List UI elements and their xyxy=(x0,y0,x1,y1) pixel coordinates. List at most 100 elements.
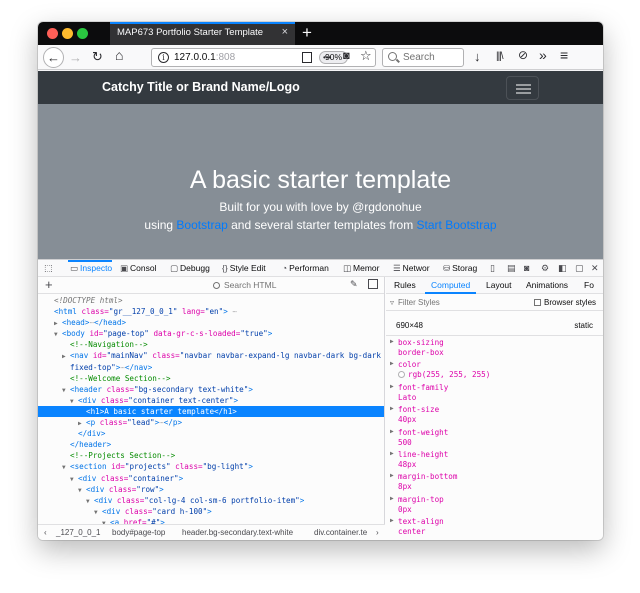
home-button[interactable]: ⌂ xyxy=(115,48,123,62)
tab-style-editor[interactable]: {} Style Edit xyxy=(222,260,266,276)
expand-arrow-icon[interactable]: ▶ xyxy=(390,472,394,479)
tab-storage[interactable]: ⛁ Storag xyxy=(443,260,477,276)
tab-inspector[interactable]: ▭ Inspecto xyxy=(67,260,113,276)
filter-styles-input[interactable]: Filter Styles xyxy=(398,298,440,307)
reader-view-icon[interactable] xyxy=(302,52,312,63)
bookmark-star-icon[interactable]: ☆ xyxy=(360,49,372,62)
markup-row[interactable]: </div> xyxy=(38,428,384,439)
dock-side-icon[interactable]: ◧ xyxy=(558,263,567,273)
eyedropper-icon[interactable]: ✎ xyxy=(350,279,358,290)
tab-animations[interactable]: Animations xyxy=(526,277,568,293)
start-bootstrap-link[interactable]: Start Bootstrap xyxy=(417,218,497,232)
search-box[interactable]: Search xyxy=(382,48,464,67)
page-actions-icon[interactable]: ••• xyxy=(323,51,331,64)
close-window-button[interactable] xyxy=(47,28,58,39)
tab-close-icon[interactable]: × xyxy=(282,26,288,38)
close-devtools-icon[interactable]: ✕ xyxy=(591,263,599,273)
responsive-mode-icon[interactable]: ▯ xyxy=(490,263,495,273)
downloads-icon[interactable]: ↓ xyxy=(474,50,481,63)
markup-row[interactable]: ▼ <a href="#"> xyxy=(38,517,384,524)
forward-button[interactable]: → xyxy=(69,51,82,64)
toggle-sidebar-icon[interactable] xyxy=(368,279,378,289)
tab-performance[interactable]: ◔ Performan xyxy=(282,260,329,276)
new-tab-button[interactable]: + xyxy=(302,22,312,43)
markup-row[interactable]: ▼ <header class="bg-secondary text-white"… xyxy=(38,384,384,395)
tab-debugger[interactable]: ▢ Debugg xyxy=(170,260,210,276)
add-node-icon[interactable]: + xyxy=(45,277,53,293)
zoom-window-button[interactable] xyxy=(77,28,88,39)
markup-row[interactable]: ▼ <div class="card h-100"> xyxy=(38,506,384,517)
computed-property[interactable]: ▶ line-height 48px xyxy=(386,449,603,471)
computed-property[interactable]: ▶ margin-bottom 8px xyxy=(386,471,603,493)
expand-arrow-icon[interactable]: ▶ xyxy=(390,383,394,390)
markup-row[interactable]: ▼ <section id="projects" class="bg-light"… xyxy=(38,461,384,472)
breadcrumb-div[interactable]: div.container.te xyxy=(314,528,367,537)
tab-computed[interactable]: Computed xyxy=(424,277,477,294)
expand-arrow-icon[interactable]: ▶ xyxy=(390,495,394,502)
separate-window-icon[interactable]: ▢ xyxy=(575,263,584,273)
expand-arrow-icon[interactable]: ▶ xyxy=(390,360,394,367)
expand-arrow-icon[interactable]: ▶ xyxy=(390,428,394,435)
navbar-brand[interactable]: Catchy Title or Brand Name/Logo xyxy=(102,80,300,94)
minimize-window-button[interactable] xyxy=(62,28,73,39)
expand-arrow-icon[interactable]: ▶ xyxy=(390,450,394,457)
computed-property[interactable]: ▶ color rgb(255, 255, 255) xyxy=(386,359,603,381)
bootstrap-link[interactable]: Bootstrap xyxy=(176,218,227,232)
markup-row[interactable]: <!DOCTYPE html> xyxy=(38,295,384,306)
computed-property[interactable]: ▶ font-size 40px xyxy=(386,404,603,426)
markup-val: "en" xyxy=(204,307,224,317)
element-picker-icon[interactable]: ⬚ xyxy=(44,263,53,273)
tab-console[interactable]: ▣ Consol xyxy=(120,260,157,276)
markup-row[interactable]: ▶ <p class="lead">⋯</p> xyxy=(38,417,384,428)
library-icon[interactable]: |||\ xyxy=(496,50,504,63)
hamburger-menu-icon[interactable]: ≡ xyxy=(560,48,568,62)
navbar-toggler[interactable] xyxy=(506,76,539,100)
tab-fonts[interactable]: Fo xyxy=(584,277,594,293)
breadcrumb-html[interactable]: _127_0_0_1 xyxy=(56,528,101,537)
computed-property[interactable]: ▶ font-weight 500 xyxy=(386,427,603,449)
breadcrumb-header[interactable]: header.bg-secondary.text-white xyxy=(182,528,293,537)
browser-styles-checkbox[interactable]: Browser styles xyxy=(534,298,596,307)
split-console-icon[interactable]: ▤ xyxy=(507,263,516,273)
markup-row[interactable]: ▼ <div class="col-lg-4 col-sm-6 portfolio… xyxy=(38,495,384,506)
computed-property[interactable]: ▶ margin-top 0px xyxy=(386,494,603,516)
tab-rules[interactable]: Rules xyxy=(394,277,416,293)
markup-row[interactable]: <!--Projects Section--> xyxy=(38,450,384,461)
markup-row[interactable]: ▶ <head>⋯</head> xyxy=(38,317,384,328)
tab-layout[interactable]: Layout xyxy=(486,277,512,293)
settings-gear-icon[interactable]: ⚙ xyxy=(541,263,549,273)
markup-row[interactable]: fixed-top">⋯</nav> xyxy=(38,362,384,373)
url-text[interactable]: 127.0.0.1:808 xyxy=(174,52,235,63)
markup-row[interactable]: ▼ <body id="page-top" data-gr-c-s-loaded=… xyxy=(38,328,384,339)
site-info-icon[interactable]: i xyxy=(158,52,169,63)
markup-row[interactable]: ▶ <nav id="mainNav" class="navbar navbar-… xyxy=(38,350,384,361)
overflow-menu-icon[interactable]: » xyxy=(539,48,547,62)
breadcrumb-prev-icon[interactable]: ‹ xyxy=(44,528,47,537)
back-button[interactable]: ← xyxy=(43,47,64,68)
markup-row[interactable]: <!--Welcome Section--> xyxy=(38,373,384,384)
extension-icon[interactable]: ⊘ xyxy=(518,49,528,62)
breadcrumb-body[interactable]: body#page-top xyxy=(112,528,165,537)
markup-row[interactable]: ▼ <div class="container"> xyxy=(38,473,384,484)
markup-row[interactable]: <!--Navigation--> xyxy=(38,339,384,350)
expand-arrow-icon[interactable]: ▶ xyxy=(390,517,394,524)
screenshot-icon[interactable]: ◙ xyxy=(524,263,529,273)
computed-property[interactable]: ▶ font-family Lato xyxy=(386,382,603,404)
expand-arrow-icon[interactable]: ▶ xyxy=(390,405,394,412)
expand-arrow-icon[interactable]: ▶ xyxy=(390,338,394,345)
reload-button[interactable]: ↻ xyxy=(92,50,103,63)
markup-row-selected[interactable]: <h1>A basic starter template</h1> xyxy=(38,405,384,418)
markup-row[interactable]: ▼ <div class="row"> xyxy=(38,484,384,495)
computed-property[interactable]: ▶ box-sizing border-box xyxy=(386,337,603,359)
search-html-input[interactable]: Search HTML xyxy=(213,279,333,292)
markup-row[interactable]: <html class="gr__127_0_0_1" lang="en"> ⋯ xyxy=(38,306,384,317)
tab-memory[interactable]: ◫ Memor xyxy=(343,260,379,276)
computed-property[interactable]: ▶ text-align center xyxy=(386,516,603,538)
markup-row[interactable]: ▼ <div class="container text-center"> xyxy=(38,395,384,406)
markup-row[interactable]: </header> xyxy=(38,439,384,450)
browser-tab[interactable]: MAP673 Portfolio Starter Template × xyxy=(110,22,295,45)
color-swatch[interactable] xyxy=(398,371,405,379)
tab-network[interactable]: ☰ Networ xyxy=(393,260,430,276)
pocket-icon[interactable]: ◙ xyxy=(343,50,350,63)
breadcrumb-next-icon[interactable]: › xyxy=(376,528,379,537)
